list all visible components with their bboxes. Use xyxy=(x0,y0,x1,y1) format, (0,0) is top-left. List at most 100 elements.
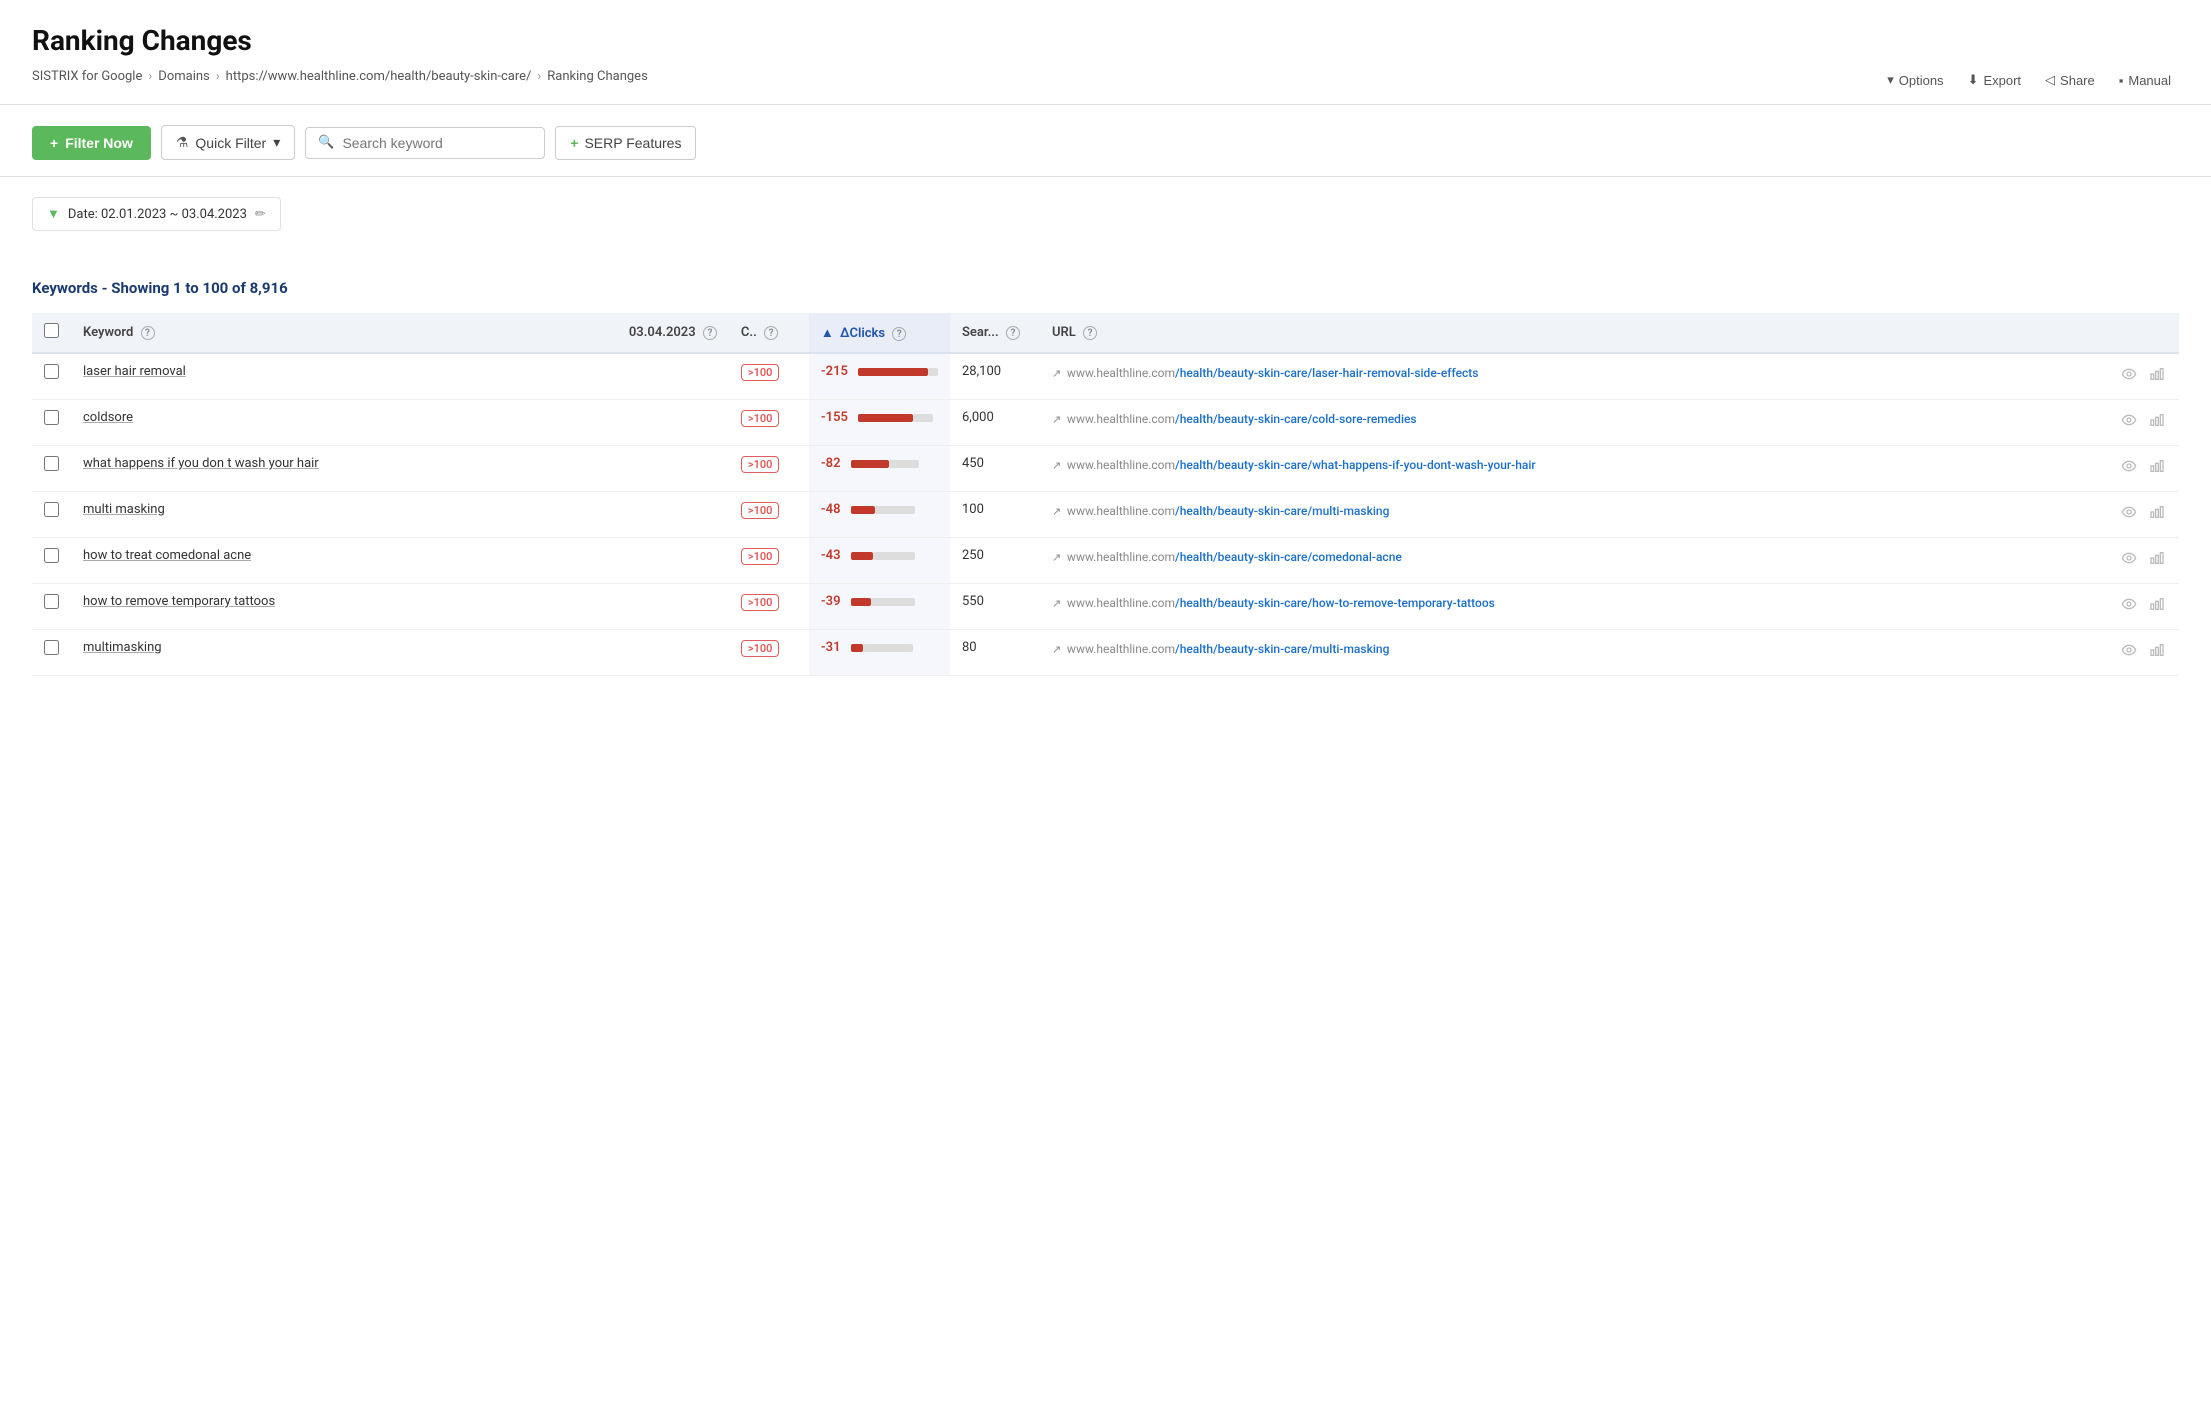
view-button[interactable] xyxy=(2119,502,2139,527)
delta-bar-gray xyxy=(889,460,919,468)
view-button[interactable] xyxy=(2119,410,2139,435)
options-button[interactable]: ▾ Options xyxy=(1879,68,1951,92)
date-filter-label: Date: 02.01.2023 ~ 03.04.2023 xyxy=(68,207,247,222)
row-checkbox[interactable] xyxy=(44,640,59,655)
search-keyword-input[interactable] xyxy=(342,135,532,151)
table-row: what happens if you don t wash your hair… xyxy=(32,446,2179,492)
th-url: URL ? xyxy=(1040,313,2107,353)
url-path[interactable]: /health/beauty-skin-care/cold-sore-remed… xyxy=(1175,412,1417,426)
keyword-help-icon[interactable]: ? xyxy=(141,326,155,340)
date-cell xyxy=(617,584,729,630)
filter-funnel-icon: ▼ xyxy=(47,206,60,222)
delta-bar-gray xyxy=(875,506,915,514)
plus-icon-serp: + xyxy=(570,135,578,151)
th-search: Sear... ? xyxy=(950,313,1040,353)
c-help-icon[interactable]: ? xyxy=(764,326,778,340)
delta-value: -39 xyxy=(821,594,841,609)
url-path[interactable]: /health/beauty-skin-care/laser-hair-remo… xyxy=(1175,366,1478,380)
search-volume-cell: 450 xyxy=(950,446,1040,492)
row-checkbox[interactable] xyxy=(44,594,59,609)
c-badge: >100 xyxy=(741,640,780,657)
keyword-link[interactable]: laser hair removal xyxy=(83,364,186,379)
url-path[interactable]: /health/beauty-skin-care/what-happens-if… xyxy=(1175,458,1536,472)
view-button[interactable] xyxy=(2119,548,2139,573)
keyword-link[interactable]: multi masking xyxy=(83,502,165,517)
chart-button[interactable] xyxy=(2147,456,2167,481)
select-all-checkbox[interactable] xyxy=(44,323,59,338)
search-volume-cell: 6,000 xyxy=(950,400,1040,446)
sort-up-icon: ▲ xyxy=(821,326,834,341)
breadcrumb-item-sistrix[interactable]: SISTRIX for Google xyxy=(32,69,142,84)
share-label: Share xyxy=(2060,73,2095,88)
url-path[interactable]: /health/beauty-skin-care/comedonal-acne xyxy=(1175,550,1402,564)
c-cell: >100 xyxy=(729,538,809,584)
export-label: Export xyxy=(1983,73,2021,88)
breadcrumb-item-domains[interactable]: Domains xyxy=(158,69,209,84)
manual-label: Manual xyxy=(2128,73,2171,88)
url-path[interactable]: /health/beauty-skin-care/multi-masking xyxy=(1175,504,1389,518)
url-base: www.healthline.com xyxy=(1067,366,1175,380)
breadcrumb: SISTRIX for Google › Domains › https://w… xyxy=(32,69,2179,84)
url-base: www.healthline.com xyxy=(1067,596,1175,610)
view-button[interactable] xyxy=(2119,640,2139,665)
view-button[interactable] xyxy=(2119,594,2139,619)
url-cell: ↗ www.healthline.com/health/beauty-skin-… xyxy=(1040,538,2107,584)
row-checkbox[interactable] xyxy=(44,364,59,379)
share-button[interactable]: ◁ Share xyxy=(2037,68,2103,92)
date-help-icon[interactable]: ? xyxy=(703,326,717,340)
keyword-link[interactable]: multimasking xyxy=(83,640,162,655)
external-link-icon: ↗ xyxy=(1052,505,1064,518)
search-volume-cell: 100 xyxy=(950,492,1040,538)
chart-button[interactable] xyxy=(2147,640,2167,665)
delta-value: -155 xyxy=(821,410,848,425)
url-path[interactable]: /health/beauty-skin-care/multi-masking xyxy=(1175,642,1389,656)
pencil-icon[interactable]: ✏ xyxy=(255,207,266,222)
c-cell: >100 xyxy=(729,584,809,630)
filter-now-label: Filter Now xyxy=(65,135,133,151)
chart-button[interactable] xyxy=(2147,364,2167,389)
th-date[interactable]: 03.04.2023 ? xyxy=(617,313,729,353)
delta-bar-red xyxy=(858,414,913,422)
breadcrumb-item-current: Ranking Changes xyxy=(547,69,648,84)
delta-value: -43 xyxy=(821,548,841,563)
keyword-link[interactable]: how to remove temporary tattoos xyxy=(83,594,275,609)
chart-button[interactable] xyxy=(2147,548,2167,573)
url-help-icon[interactable]: ? xyxy=(1083,326,1097,340)
delta-value: -48 xyxy=(821,502,841,517)
chart-button[interactable] xyxy=(2147,502,2167,527)
c-badge: >100 xyxy=(741,594,780,611)
keyword-link[interactable]: coldsore xyxy=(83,410,133,425)
delta-bar-gray xyxy=(863,644,913,652)
delta-value: -31 xyxy=(821,640,841,655)
plus-icon: + xyxy=(50,135,58,151)
quick-filter-button[interactable]: ⚗ Quick Filter ▾ xyxy=(161,125,295,160)
breadcrumb-item-url[interactable]: https://www.healthline.com/health/beauty… xyxy=(226,69,532,84)
search-help-icon[interactable]: ? xyxy=(1006,326,1020,340)
serp-features-button[interactable]: + SERP Features xyxy=(555,126,696,160)
row-checkbox[interactable] xyxy=(44,410,59,425)
view-button[interactable] xyxy=(2119,456,2139,481)
chart-button[interactable] xyxy=(2147,594,2167,619)
row-checkbox[interactable] xyxy=(44,502,59,517)
row-checkbox[interactable] xyxy=(44,456,59,471)
row-checkbox[interactable] xyxy=(44,548,59,563)
keywords-count-header: Keywords - Showing 1 to 100 of 8,916 xyxy=(32,279,2179,297)
external-link-icon: ↗ xyxy=(1052,643,1064,656)
keyword-link[interactable]: how to treat comedonal acne xyxy=(83,548,251,563)
filter-now-button[interactable]: + Filter Now xyxy=(32,126,151,160)
url-base: www.healthline.com xyxy=(1067,458,1175,472)
table-header-row: Keyword ? 03.04.2023 ? C.. ? ▲ ΔClicks xyxy=(32,313,2179,353)
export-button[interactable]: ⬇ Export xyxy=(1960,68,2029,92)
keyword-link[interactable]: what happens if you don t wash your hair xyxy=(83,456,319,471)
date-cell xyxy=(617,492,729,538)
c-badge: >100 xyxy=(741,410,780,427)
delta-value: -82 xyxy=(821,456,841,471)
delta-help-icon[interactable]: ? xyxy=(892,327,906,341)
url-path[interactable]: /health/beauty-skin-care/how-to-remove-t… xyxy=(1175,596,1495,610)
delta-cell: -215 xyxy=(809,353,950,400)
manual-button[interactable]: ▪ Manual xyxy=(2111,69,2179,92)
view-button[interactable] xyxy=(2119,364,2139,389)
chart-button[interactable] xyxy=(2147,410,2167,435)
c-cell: >100 xyxy=(729,353,809,400)
th-delta[interactable]: ▲ ΔClicks ? xyxy=(809,313,950,353)
